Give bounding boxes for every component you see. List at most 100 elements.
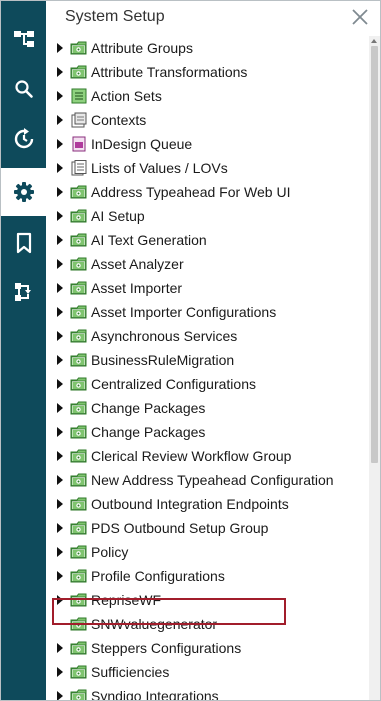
- tree-item-label: Syndigo Integrations: [91, 688, 219, 700]
- expand-arrow-icon[interactable]: [57, 571, 63, 581]
- tree-item[interactable]: InDesign Queue: [46, 132, 369, 156]
- expand-arrow-icon[interactable]: [57, 115, 63, 125]
- folder-icon: [70, 424, 88, 440]
- tree-item[interactable]: Policy: [46, 540, 369, 564]
- tree-item[interactable]: Lists of Values / LOVs: [46, 156, 369, 180]
- indesign-queue-icon: [70, 136, 88, 152]
- tree-item[interactable]: AI Setup: [46, 204, 369, 228]
- expand-arrow-icon[interactable]: [57, 523, 63, 533]
- rail-workflow-button[interactable]: [1, 268, 46, 316]
- tree-item-label: Clerical Review Workflow Group: [91, 448, 292, 464]
- tree-item[interactable]: RepriseWF: [46, 588, 369, 612]
- folder-icon: [70, 256, 88, 272]
- folder-icon: [70, 376, 88, 392]
- tree-item[interactable]: Steppers Configurations: [46, 636, 369, 660]
- tree-item-label: Action Sets: [91, 88, 162, 104]
- tree-item[interactable]: BusinessRuleMigration: [46, 348, 369, 372]
- expand-arrow-icon[interactable]: [57, 427, 63, 437]
- tree-item-label: Centralized Configurations: [91, 376, 256, 392]
- expand-arrow-icon[interactable]: [57, 475, 63, 485]
- system-setup-panel: System Setup Attribute Groups Attribute T…: [46, 1, 380, 700]
- expand-arrow-icon[interactable]: [57, 499, 63, 509]
- expand-arrow-icon[interactable]: [57, 451, 63, 461]
- rail-system-setup-button[interactable]: [1, 168, 46, 216]
- tree-item[interactable]: Asset Importer Configurations: [46, 300, 369, 324]
- panel-header: System Setup: [46, 1, 380, 35]
- tree-item-label: PDS Outbound Setup Group: [91, 520, 269, 536]
- tree-item[interactable]: Attribute Transformations: [46, 60, 369, 84]
- tree-item[interactable]: Action Sets: [46, 84, 369, 108]
- expand-arrow-icon[interactable]: [57, 139, 63, 149]
- expand-arrow-icon[interactable]: [57, 691, 63, 700]
- tree-item[interactable]: Address Typeahead For Web UI: [46, 180, 369, 204]
- folder-icon: [70, 40, 88, 56]
- search-icon: [14, 80, 33, 98]
- scroll-up-arrow[interactable]: [369, 36, 380, 46]
- vertical-scrollbar[interactable]: [369, 36, 380, 700]
- folder-icon: [70, 280, 88, 296]
- folder-icon: [70, 352, 88, 368]
- tree-item-label: Asset Importer Configurations: [91, 304, 277, 320]
- expand-arrow-icon[interactable]: [57, 187, 63, 197]
- expand-arrow-icon[interactable]: [57, 67, 63, 77]
- close-icon[interactable]: [350, 7, 370, 27]
- expand-arrow-icon[interactable]: [57, 91, 63, 101]
- tree-item[interactable]: Centralized Configurations: [46, 372, 369, 396]
- folder-icon: [70, 520, 88, 536]
- tree-item-label: SNWvaluegenerator: [91, 616, 218, 632]
- tree-item[interactable]: Change Packages: [46, 396, 369, 420]
- expand-arrow-icon[interactable]: [57, 163, 63, 173]
- tree-item-label: Address Typeahead For Web UI: [91, 184, 291, 200]
- tree-item[interactable]: Attribute Groups: [46, 36, 369, 60]
- expand-arrow-icon[interactable]: [57, 283, 63, 293]
- expand-arrow-icon[interactable]: [57, 667, 63, 677]
- tree-item-label: Asynchronous Services: [91, 328, 238, 344]
- tree-item-label: Attribute Groups: [91, 40, 193, 56]
- expand-arrow-icon[interactable]: [57, 547, 63, 557]
- tree-item[interactable]: Syndigo Integrations: [46, 684, 369, 700]
- expand-arrow-icon[interactable]: [57, 379, 63, 389]
- rail-search-button[interactable]: [1, 65, 46, 113]
- tree-item[interactable]: PDS Outbound Setup Group: [46, 516, 369, 540]
- tree-item[interactable]: Profile Configurations: [46, 564, 369, 588]
- expand-arrow-icon[interactable]: [57, 331, 63, 341]
- system-setup-window: System Setup Attribute Groups Attribute T…: [0, 0, 381, 701]
- folder-icon: [70, 208, 88, 224]
- tree-item-label: Contexts: [91, 112, 147, 128]
- tree-item[interactable]: Sufficiencies: [46, 660, 369, 684]
- tree-item[interactable]: AI Text Generation: [46, 228, 369, 252]
- tree-item[interactable]: Clerical Review Workflow Group: [46, 444, 369, 468]
- folder-icon: [70, 592, 88, 608]
- tree-item-label: Attribute Transformations: [91, 64, 248, 80]
- tree-item[interactable]: New Address Typeahead Configuration: [46, 468, 369, 492]
- expand-arrow-icon[interactable]: [57, 403, 63, 413]
- tree-item[interactable]: Asset Importer: [46, 276, 369, 300]
- rail-bookmarks-button[interactable]: [1, 219, 46, 267]
- expand-arrow-icon[interactable]: [57, 643, 63, 653]
- expand-arrow-icon[interactable]: [57, 595, 63, 605]
- folder-icon: [70, 448, 88, 464]
- context-icon: [70, 112, 88, 128]
- tree-item[interactable]: Contexts: [46, 108, 369, 132]
- expand-arrow-icon[interactable]: [57, 259, 63, 269]
- tree-item[interactable]: Change Packages: [46, 420, 369, 444]
- rail-history-button[interactable]: [1, 115, 46, 163]
- tree-item-label: Asset Importer: [91, 280, 183, 296]
- folder-icon: [70, 328, 88, 344]
- expand-arrow-icon[interactable]: [57, 307, 63, 317]
- rail-tree-button[interactable]: [1, 15, 46, 63]
- gear-icon: [13, 182, 34, 202]
- expand-arrow-icon[interactable]: [57, 211, 63, 221]
- tree-item[interactable]: Asset Analyzer: [46, 252, 369, 276]
- tree-item-label: AI Text Generation: [91, 232, 207, 248]
- expand-arrow-icon[interactable]: [57, 43, 63, 53]
- expand-arrow-icon[interactable]: [57, 355, 63, 365]
- tree-item-label: Lists of Values / LOVs: [91, 160, 228, 176]
- tree-item[interactable]: SNWvaluegenerator: [46, 612, 369, 636]
- tree-item[interactable]: Outbound Integration Endpoints: [46, 492, 369, 516]
- folder-icon: [70, 568, 88, 584]
- tree-hierarchy-icon: [13, 31, 34, 47]
- tree-item[interactable]: Asynchronous Services: [46, 324, 369, 348]
- scrollbar-thumb[interactable]: [371, 46, 378, 463]
- expand-arrow-icon[interactable]: [57, 235, 63, 245]
